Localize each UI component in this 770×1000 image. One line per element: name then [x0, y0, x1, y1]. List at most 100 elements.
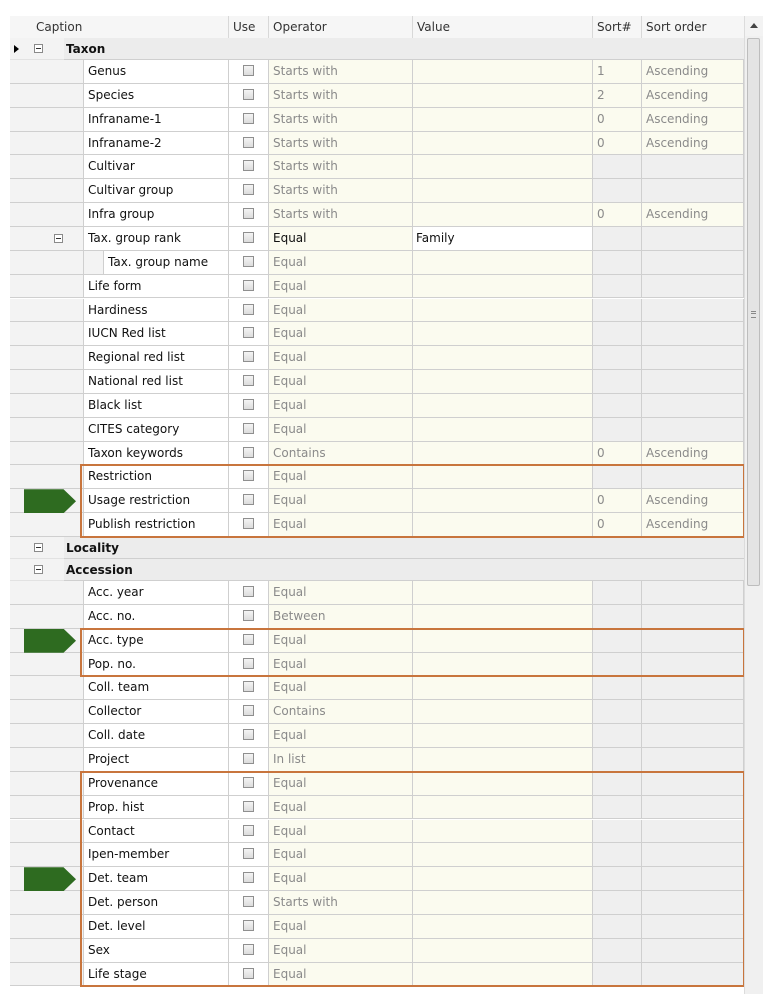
- collapse-icon[interactable]: [54, 233, 63, 243]
- table-row[interactable]: Life stage Equal: [10, 962, 744, 987]
- sort-order-cell[interactable]: Ascending: [642, 489, 744, 514]
- operator-cell[interactable]: Equal: [269, 346, 413, 371]
- value-cell[interactable]: [413, 346, 593, 371]
- value-cell[interactable]: [413, 179, 593, 204]
- sort-order-cell[interactable]: Ascending: [642, 107, 744, 132]
- sort-order-cell[interactable]: Ascending: [642, 83, 744, 108]
- use-checkbox[interactable]: [243, 88, 254, 100]
- value-cell[interactable]: [413, 393, 593, 418]
- sort-order-cell[interactable]: Ascending: [642, 60, 744, 84]
- table-row[interactable]: Infraname-1 Starts with 0 Ascending: [10, 107, 744, 132]
- table-row[interactable]: Provenance Equal: [10, 771, 744, 796]
- sort-order-cell[interactable]: [642, 724, 744, 748]
- sort-number-cell[interactable]: [593, 179, 642, 204]
- sort-order-cell[interactable]: [642, 747, 744, 772]
- sort-order-cell[interactable]: [642, 676, 744, 701]
- table-row[interactable]: Det. team Equal: [10, 867, 744, 892]
- use-checkbox[interactable]: [243, 398, 254, 410]
- sort-number-cell[interactable]: [593, 604, 642, 629]
- use-checkbox[interactable]: [243, 231, 254, 243]
- sort-number-cell[interactable]: [593, 676, 642, 701]
- sort-number-cell[interactable]: 0: [593, 203, 642, 227]
- value-cell[interactable]: [413, 962, 593, 987]
- table-row[interactable]: Acc. year Equal: [10, 581, 744, 605]
- use-checkbox[interactable]: [243, 65, 254, 76]
- use-checkbox[interactable]: [243, 776, 254, 788]
- operator-cell[interactable]: Equal: [269, 370, 413, 394]
- sort-number-cell[interactable]: [593, 724, 642, 748]
- table-row[interactable]: Tax. group rank Equal Family: [10, 226, 744, 251]
- operator-cell[interactable]: Starts with: [269, 83, 413, 108]
- value-cell[interactable]: [413, 131, 593, 156]
- scrollbar-thumb[interactable]: [747, 38, 760, 586]
- collapse-icon[interactable]: [34, 543, 43, 552]
- use-checkbox[interactable]: [243, 136, 254, 148]
- use-checkbox[interactable]: [243, 633, 254, 645]
- table-row[interactable]: Coll. team Equal: [10, 676, 744, 701]
- table-row[interactable]: Ipen-member Equal: [10, 843, 744, 868]
- use-checkbox[interactable]: [243, 494, 254, 506]
- sort-number-cell[interactable]: [593, 274, 642, 299]
- table-row[interactable]: Usage restriction Equal 0 Ascending: [10, 489, 744, 514]
- table-row[interactable]: Acc. no. Between: [10, 604, 744, 629]
- value-cell[interactable]: [413, 83, 593, 108]
- sort-order-cell[interactable]: [642, 819, 744, 844]
- sort-order-cell[interactable]: [642, 298, 744, 323]
- column-header-value[interactable]: Value: [413, 16, 593, 38]
- use-checkbox[interactable]: [243, 872, 254, 884]
- sort-number-cell[interactable]: [593, 795, 642, 820]
- sort-number-cell[interactable]: [593, 155, 642, 180]
- sort-order-cell[interactable]: [642, 700, 744, 725]
- value-cell[interactable]: [413, 107, 593, 132]
- value-cell[interactable]: [413, 489, 593, 514]
- operator-cell[interactable]: Equal: [269, 417, 413, 442]
- operator-cell[interactable]: Equal: [269, 226, 413, 251]
- table-row[interactable]: Life form Equal: [10, 274, 744, 299]
- value-cell[interactable]: Family: [413, 226, 593, 251]
- sort-number-cell[interactable]: 0: [593, 513, 642, 537]
- sort-order-cell[interactable]: Ascending: [642, 513, 744, 537]
- table-row[interactable]: Tax. group name Equal: [10, 250, 744, 275]
- sort-order-cell[interactable]: [642, 628, 744, 653]
- use-checkbox[interactable]: [243, 351, 254, 363]
- sort-order-cell[interactable]: [642, 346, 744, 371]
- operator-cell[interactable]: Equal: [269, 843, 413, 868]
- operator-cell[interactable]: Equal: [269, 771, 413, 796]
- value-cell[interactable]: [413, 274, 593, 299]
- table-row[interactable]: IUCN Red list Equal: [10, 322, 744, 347]
- operator-cell[interactable]: Equal: [269, 274, 413, 299]
- value-cell[interactable]: [413, 938, 593, 963]
- use-checkbox[interactable]: [243, 824, 254, 836]
- use-checkbox[interactable]: [243, 470, 254, 482]
- value-cell[interactable]: [413, 417, 593, 442]
- use-checkbox[interactable]: [243, 184, 254, 196]
- sort-number-cell[interactable]: [593, 250, 642, 275]
- sort-number-cell[interactable]: 1: [593, 60, 642, 84]
- sort-number-cell[interactable]: [593, 370, 642, 394]
- operator-cell[interactable]: Starts with: [269, 131, 413, 156]
- sort-number-cell[interactable]: [593, 938, 642, 963]
- collapse-icon[interactable]: [34, 44, 43, 53]
- use-checkbox[interactable]: [243, 967, 254, 979]
- operator-cell[interactable]: Equal: [269, 652, 413, 677]
- sort-number-cell[interactable]: [593, 322, 642, 347]
- sort-number-cell[interactable]: 0: [593, 131, 642, 156]
- table-row[interactable]: Project In list: [10, 747, 744, 772]
- value-cell[interactable]: [413, 914, 593, 939]
- operator-cell[interactable]: Equal: [269, 393, 413, 418]
- sort-number-cell[interactable]: 0: [593, 489, 642, 514]
- sort-order-cell[interactable]: [642, 274, 744, 299]
- scroll-up-arrow-icon[interactable]: [745, 16, 763, 36]
- use-checkbox[interactable]: [243, 303, 254, 315]
- value-cell[interactable]: [413, 867, 593, 892]
- value-cell[interactable]: [413, 250, 593, 275]
- use-checkbox[interactable]: [243, 681, 254, 693]
- operator-cell[interactable]: Equal: [269, 724, 413, 748]
- table-row[interactable]: Species Starts with 2 Ascending: [10, 83, 744, 108]
- operator-cell[interactable]: Equal: [269, 250, 413, 275]
- sort-number-cell[interactable]: [593, 652, 642, 677]
- sort-order-cell[interactable]: [642, 465, 744, 490]
- sort-number-cell[interactable]: [593, 747, 642, 772]
- sort-order-cell[interactable]: Ascending: [642, 131, 744, 156]
- operator-cell[interactable]: Starts with: [269, 60, 413, 84]
